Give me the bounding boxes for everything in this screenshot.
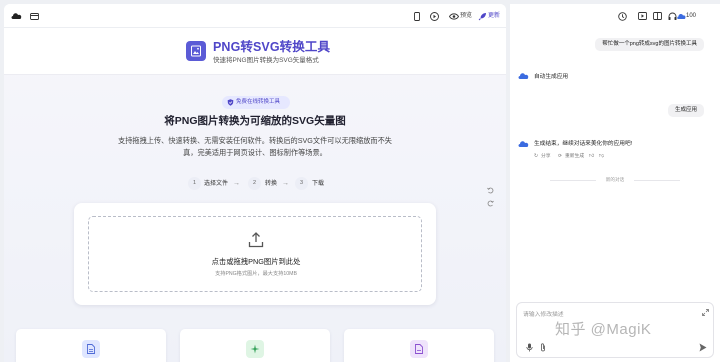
user-message: 帮忙做一个png转成svg的图片转换工具 (595, 38, 704, 51)
mobile-view-icon[interactable] (411, 10, 423, 22)
workspace-toolbar: 预览 更新 (4, 4, 506, 28)
feature-card-speed (180, 329, 330, 362)
share-icon[interactable]: ↻ (534, 153, 538, 160)
bot-avatar-icon (518, 140, 529, 148)
folder-icon[interactable] (28, 10, 40, 22)
chat-panel: 100 帮忙做一个png转成svg的图片转换工具 自动生成应用 生成应用 生成结… (510, 4, 720, 362)
image-convert-icon (186, 41, 206, 61)
dropzone-hint: 支持PNG格式图片，最大支持10MB (215, 271, 297, 277)
history-icon[interactable] (616, 10, 628, 22)
chat-input[interactable] (523, 309, 693, 321)
app-subtitle: 快速将PNG图片转换为SVG矢量格式 (213, 57, 319, 64)
hero-description: 支持拖拽上传、快速转换、无需安装任何软件。转换后的SVG文件可以无限缩放而不失真… (118, 136, 392, 157)
bot-message: 自动生成应用 (534, 74, 569, 80)
bot-avatar-icon (518, 72, 529, 80)
hero-title: 将PNG图片转换为可缩放的SVG矢量图 (164, 115, 346, 127)
arrow-right-icon: → (233, 180, 240, 187)
watermark: 知乎 @MagiK (555, 321, 652, 338)
file-icon (82, 340, 100, 358)
eye-icon[interactable] (448, 10, 460, 22)
upload-dropzone[interactable]: 点击或拖拽PNG图片到此处 支持PNG格式图片，最大支持10MB (88, 216, 422, 292)
app-header: PNG转SVG转换工具 快速将PNG图片转换为SVG矢量格式 (4, 29, 506, 75)
step-1-label: 选择文件 (204, 181, 229, 187)
step-3-number: 3 (295, 177, 308, 190)
dropzone-title: 点击或拖拽PNG图片到此处 (211, 257, 301, 266)
redo-icon[interactable] (484, 197, 496, 209)
attachment-icon[interactable] (537, 341, 549, 353)
document-icon (410, 340, 428, 358)
workspace-panel: 预览 更新 PNG转SVG转换工具 快速将PNG图片转换为SVG矢量格式 免费在… (4, 4, 506, 362)
expand-icon[interactable] (701, 308, 709, 316)
app-title: PNG转SVG转换工具 (213, 40, 331, 54)
rocket-icon[interactable] (476, 10, 488, 22)
preview-button[interactable]: 预览 (460, 11, 472, 21)
undo-icon[interactable] (484, 184, 496, 196)
play-icon[interactable] (428, 10, 440, 22)
badge-label: 免费在线转换工具 (236, 99, 281, 105)
thumbs-down-icon[interactable]: 👎︎ (599, 153, 604, 160)
upload-card: 点击或拖拽PNG图片到此处 支持PNG格式图片，最大支持10MB (74, 203, 436, 305)
chat-toolbar: 100 (510, 4, 720, 28)
free-tool-badge: 免费在线转换工具 (222, 96, 290, 109)
sparkle-icon (246, 340, 264, 358)
divider (634, 180, 680, 181)
divider (550, 180, 596, 181)
feature-card-download (344, 329, 494, 362)
feature-card-file (16, 329, 166, 362)
microphone-icon[interactable] (523, 341, 535, 353)
chat-input-box: 知乎 @MagiK (516, 302, 714, 358)
bot-message: 生成结束，继续对话来美化你的应用吧! (534, 141, 633, 147)
credits-count: 100 (686, 13, 697, 19)
new-conversation-divider: 新的对话 (605, 177, 625, 182)
thumbs-up-icon[interactable]: 👍︎ (589, 153, 594, 160)
video-icon[interactable] (636, 10, 648, 22)
app-preview: PNG转SVG转换工具 快速将PNG图片转换为SVG矢量格式 免费在线转换工具 … (4, 29, 506, 362)
regenerate-icon[interactable]: ⟳ (558, 153, 562, 160)
step-3-label: 下载 (312, 181, 325, 187)
step-1-number: 1 (188, 177, 201, 190)
regenerate-button[interactable]: 重新生成 (565, 153, 584, 160)
user-message: 生成应用 (667, 104, 704, 117)
cloud-logo-icon[interactable] (10, 10, 22, 22)
step-2-number: 2 (248, 177, 261, 190)
upload-icon (247, 231, 265, 249)
step-2-label: 转换 (265, 181, 278, 187)
shield-check-icon (227, 99, 234, 106)
send-icon[interactable] (697, 341, 709, 353)
arrow-right-icon: → (282, 180, 289, 187)
share-button[interactable]: 分享 (541, 153, 551, 160)
publish-button[interactable]: 更新 (488, 11, 500, 21)
book-icon[interactable] (651, 10, 663, 22)
